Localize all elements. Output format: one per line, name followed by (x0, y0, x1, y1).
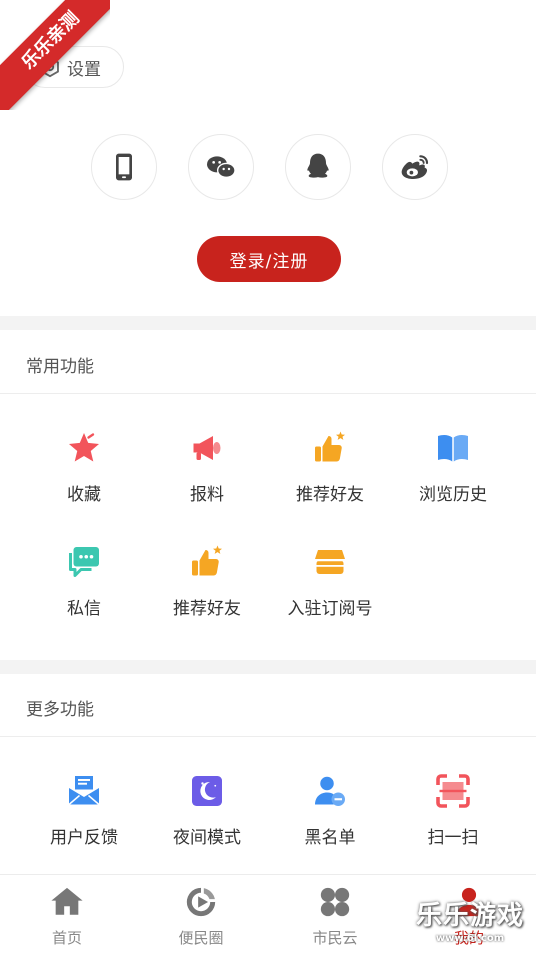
scan-label: 扫一扫 (427, 828, 479, 848)
tab-community-label: 便民圈 (178, 929, 224, 947)
circle-play-icon (186, 887, 216, 917)
recommend-friends-label-2: 推荐好友 (173, 599, 241, 619)
phone-login-button[interactable] (91, 134, 157, 200)
tab-home-label: 首页 (51, 929, 82, 947)
section-gap (0, 660, 536, 674)
subscribe-account-label: 入驻订阅号 (287, 599, 373, 619)
tab-community[interactable]: 便民圈 (134, 885, 268, 948)
megaphone-icon (193, 436, 221, 460)
tab-citizen-cloud-label: 市民云 (312, 929, 358, 947)
thumbs-up-icon (315, 431, 345, 462)
common-section-title: 常用功能 (26, 357, 94, 377)
message-icon (69, 547, 99, 577)
user-feedback-label: 用户反馈 (50, 828, 118, 848)
home-icon (51, 887, 83, 915)
night-mode-button[interactable]: 夜间模式 (140, 771, 274, 848)
watermark-url: www.6l.com (435, 933, 505, 944)
star-icon (69, 433, 99, 462)
qq-login-button[interactable] (285, 134, 351, 200)
ribbon-text: 乐乐亲测 (0, 0, 110, 110)
tab-citizen-cloud[interactable]: 市民云 (268, 885, 402, 948)
user-feedback-button[interactable]: 用户反馈 (17, 771, 151, 848)
browse-history-button[interactable]: 浏览历史 (386, 428, 520, 505)
blacklist-button[interactable]: 黑名单 (263, 771, 397, 848)
login-methods (0, 134, 536, 200)
favorites-label: 收藏 (67, 485, 101, 505)
wechat-login-button[interactable] (188, 134, 254, 200)
subscribe-account-button[interactable]: 入驻订阅号 (263, 542, 397, 619)
moon-icon (192, 776, 222, 806)
more-section-title: 更多功能 (26, 700, 94, 720)
login-register-button[interactable]: 登录/注册 (197, 236, 341, 282)
wechat-icon (207, 156, 236, 178)
recommend-friends-button-2[interactable]: 推荐好友 (140, 542, 274, 619)
tab-home[interactable]: 首页 (0, 885, 134, 948)
recommend-friends-button[interactable]: 推荐好友 (263, 428, 397, 505)
weibo-login-button[interactable] (382, 134, 448, 200)
scan-icon (436, 774, 470, 808)
browse-history-label: 浏览历史 (419, 485, 487, 505)
private-message-button[interactable]: 私信 (17, 542, 151, 619)
watermark-title: 乐乐游戏 (415, 901, 524, 931)
favorites-button[interactable]: 收藏 (17, 428, 151, 505)
watermark: 乐乐游戏 www.6l.com (408, 900, 532, 950)
clover-icon (320, 887, 350, 917)
scan-button[interactable]: 扫一扫 (386, 771, 520, 848)
feedback-mail-icon (68, 776, 100, 806)
divider (0, 736, 536, 737)
report-label: 报料 (190, 485, 224, 505)
weibo-icon (401, 155, 429, 179)
user-block-icon (315, 776, 345, 806)
book-icon (438, 435, 468, 462)
corner-ribbon: 乐乐亲测 (0, 0, 110, 110)
night-mode-label: 夜间模式 (173, 828, 241, 848)
private-message-label: 私信 (67, 599, 101, 619)
phone-icon (116, 153, 132, 181)
divider (0, 393, 536, 394)
blacklist-label: 黑名单 (304, 828, 356, 848)
thumbs-up-icon (192, 545, 222, 576)
report-button[interactable]: 报料 (140, 428, 274, 505)
recommend-friends-label: 推荐好友 (296, 485, 364, 505)
qq-icon (307, 153, 329, 178)
store-icon (315, 550, 345, 574)
section-gap (0, 316, 536, 330)
